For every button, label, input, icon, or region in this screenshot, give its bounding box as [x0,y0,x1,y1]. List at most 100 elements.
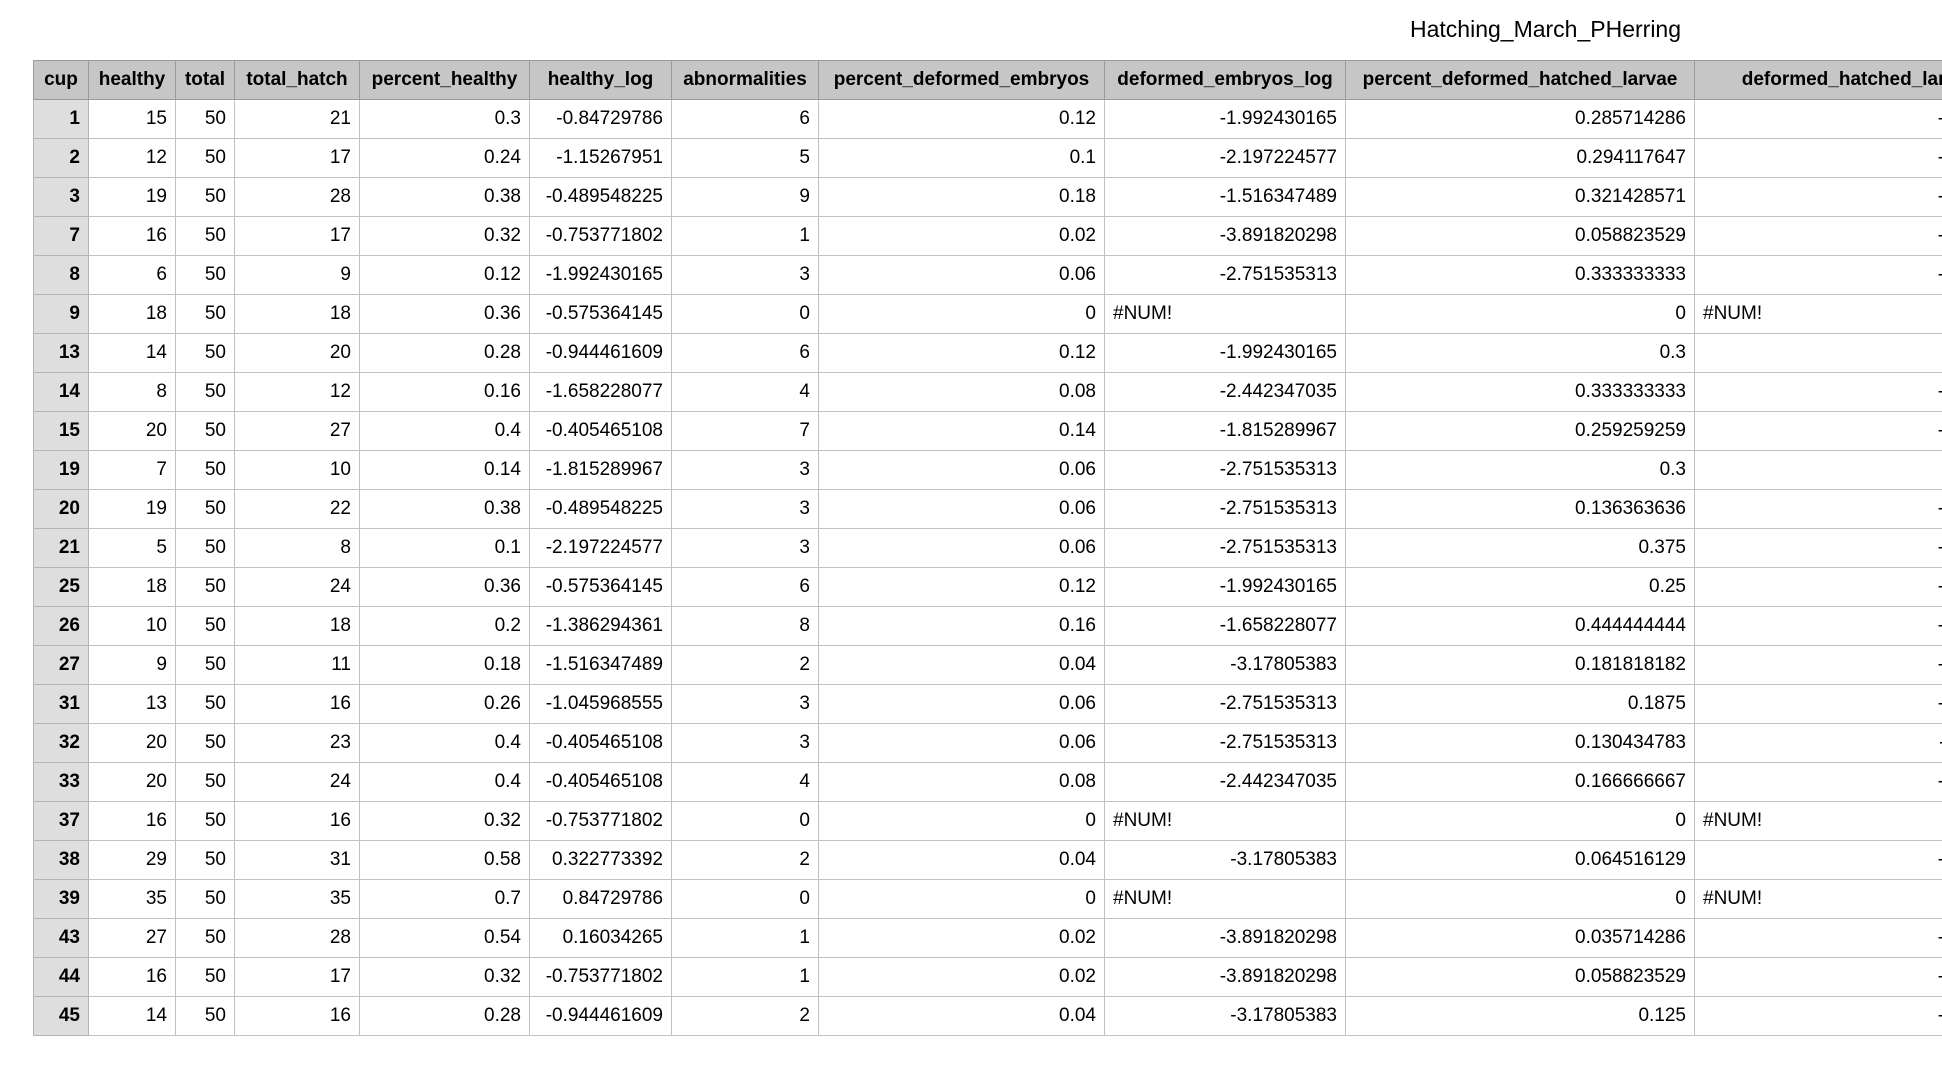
cell-percent-deformed-embryos[interactable]: 0 [818,294,1105,334]
cell-total[interactable]: 50 [175,645,235,685]
cell-total-hatch[interactable]: 17 [234,216,360,256]
cell-deformed-embryos-log[interactable]: -2.442347035 [1104,372,1346,412]
cell-percent-healthy[interactable]: 0.24 [359,138,530,178]
cup-cell[interactable]: 25 [33,567,89,607]
cell-percent-deformed-embryos[interactable]: 0 [818,801,1105,841]
cell-abnormalities[interactable]: 6 [671,99,819,139]
cup-cell[interactable]: 1 [33,99,89,139]
cell-healthy[interactable]: 18 [88,294,176,334]
cell-deformed-hatched-larvae-log[interactable]: -2.772588722 [1694,216,1942,256]
cell-total[interactable]: 50 [175,567,235,607]
cell-total[interactable]: 50 [175,411,235,451]
cell-total-hatch[interactable]: 12 [234,372,360,412]
cell-deformed-embryos-log[interactable]: -3.891820298 [1104,957,1346,997]
cell-total-hatch[interactable]: 21 [234,99,360,139]
cell-healthy-log[interactable]: -0.405465108 [529,411,672,451]
cup-cell[interactable]: 13 [33,333,89,373]
cell-percent-healthy[interactable]: 0.32 [359,957,530,997]
cup-cell[interactable]: 31 [33,684,89,724]
cell-healthy[interactable]: 18 [88,567,176,607]
cell-healthy[interactable]: 7 [88,450,176,490]
cell-total-hatch[interactable]: 35 [234,879,360,919]
cell-total-hatch[interactable]: 20 [234,333,360,373]
cell-percent-deformed-embryos[interactable]: 0.06 [818,489,1105,529]
cell-deformed-embryos-log[interactable]: -2.751535313 [1104,528,1346,568]
cell-abnormalities[interactable]: 7 [671,411,819,451]
cell-deformed-hatched-larvae-log[interactable]: -0.916290732 [1694,99,1942,139]
cell-healthy-log[interactable]: -1.815289967 [529,450,672,490]
cell-deformed-hatched-larvae-log[interactable]: -0.693147181 [1694,372,1942,412]
cell-total[interactable]: 50 [175,684,235,724]
cell-healthy[interactable]: 20 [88,411,176,451]
cell-deformed-embryos-log[interactable]: -2.751535313 [1104,489,1346,529]
cell-percent-deformed-embryos[interactable]: 0.18 [818,177,1105,217]
cell-percent-healthy[interactable]: 0.18 [359,645,530,685]
cell-percent-healthy[interactable]: 0.7 [359,879,530,919]
cell-total-hatch[interactable]: 17 [234,957,360,997]
cell-percent-healthy[interactable]: 0.28 [359,333,530,373]
cell-percent-deformed-embryos[interactable]: 0.14 [818,411,1105,451]
cell-percent-healthy[interactable]: 0.28 [359,996,530,1036]
cell-abnormalities[interactable]: 3 [671,684,819,724]
cup-cell[interactable]: 21 [33,528,89,568]
cup-cell[interactable]: 3 [33,177,89,217]
cell-abnormalities[interactable]: 1 [671,957,819,997]
cup-cell[interactable]: 27 [33,645,89,685]
cell-percent-healthy[interactable]: 0.12 [359,255,530,295]
cell-percent-deformed-hatched-larvae[interactable]: 0 [1345,801,1695,841]
cell-total-hatch[interactable]: 18 [234,606,360,646]
cell-percent-deformed-embryos[interactable]: 0.12 [818,333,1105,373]
cell-healthy[interactable]: 9 [88,645,176,685]
cell-percent-deformed-embryos[interactable]: 0.08 [818,372,1105,412]
cell-deformed-hatched-larvae-log[interactable]: -0.223143551 [1694,606,1942,646]
cell-deformed-embryos-log[interactable]: #NUM! [1104,879,1346,919]
cell-percent-deformed-embryos[interactable]: 0.16 [818,606,1105,646]
column-header-abnormalities[interactable]: abnormalities [671,60,819,100]
cell-deformed-embryos-log[interactable]: -2.197224577 [1104,138,1346,178]
cell-abnormalities[interactable]: 3 [671,255,819,295]
column-header-healthy[interactable]: healthy [88,60,176,100]
cell-healthy-log[interactable]: -0.84729786 [529,99,672,139]
cell-total-hatch[interactable]: 23 [234,723,360,763]
cell-total[interactable]: 50 [175,840,235,880]
cell-deformed-hatched-larvae-log[interactable]: -2.674148649 [1694,840,1942,880]
cell-deformed-hatched-larvae-log[interactable]: -1.897119985 [1694,723,1942,763]
cell-percent-deformed-hatched-larvae[interactable]: 0 [1345,879,1695,919]
cell-abnormalities[interactable]: 3 [671,489,819,529]
cell-deformed-embryos-log[interactable]: -1.992430165 [1104,567,1346,607]
cell-percent-healthy[interactable]: 0.4 [359,762,530,802]
cell-deformed-hatched-larvae-log[interactable]: #NUM! [1694,801,1942,841]
cell-deformed-hatched-larvae-log[interactable]: -1.945910149 [1694,996,1942,1036]
cell-healthy-log[interactable]: 0.322773392 [529,840,672,880]
cell-deformed-hatched-larvae-log[interactable]: -2.772588722 [1694,957,1942,997]
cup-cell[interactable]: 43 [33,918,89,958]
cell-abnormalities[interactable]: 1 [671,918,819,958]
cell-percent-healthy[interactable]: 0.54 [359,918,530,958]
cup-cell[interactable]: 19 [33,450,89,490]
cell-healthy-log[interactable]: -0.405465108 [529,762,672,802]
cell-percent-healthy[interactable]: 0.38 [359,489,530,529]
cell-deformed-embryos-log[interactable]: -3.17805383 [1104,645,1346,685]
cell-percent-deformed-hatched-larvae[interactable]: 0.058823529 [1345,216,1695,256]
cell-total-hatch[interactable]: 31 [234,840,360,880]
cell-healthy-log[interactable]: -1.516347489 [529,645,672,685]
cell-healthy[interactable]: 19 [88,177,176,217]
cell-healthy-log[interactable]: -0.489548225 [529,177,672,217]
cell-total-hatch[interactable]: 22 [234,489,360,529]
cell-healthy-log[interactable]: -0.575364145 [529,567,672,607]
cell-healthy[interactable]: 27 [88,918,176,958]
cell-percent-deformed-hatched-larvae[interactable]: 0.166666667 [1345,762,1695,802]
cell-total[interactable]: 50 [175,372,235,412]
cell-deformed-embryos-log[interactable]: -2.751535313 [1104,255,1346,295]
cell-percent-deformed-hatched-larvae[interactable]: 0.333333333 [1345,255,1695,295]
cell-percent-healthy[interactable]: 0.1 [359,528,530,568]
cell-percent-deformed-embryos[interactable]: 0.12 [818,99,1105,139]
cell-total-hatch[interactable]: 9 [234,255,360,295]
cell-deformed-hatched-larvae-log[interactable]: -1.049822124 [1694,411,1942,451]
cell-percent-deformed-hatched-larvae[interactable]: 0.136363636 [1345,489,1695,529]
cell-percent-healthy[interactable]: 0.36 [359,294,530,334]
cell-abnormalities[interactable]: 0 [671,879,819,919]
cell-total-hatch[interactable]: 24 [234,567,360,607]
cell-total[interactable]: 50 [175,918,235,958]
cell-healthy[interactable]: 16 [88,216,176,256]
